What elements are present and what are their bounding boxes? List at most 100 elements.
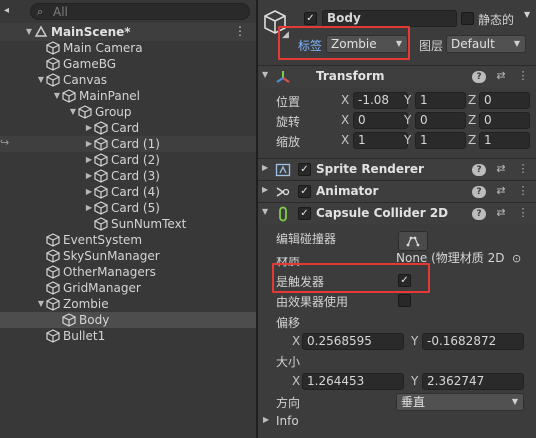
help-icon[interactable]: ? [472,162,486,176]
hierarchy-item[interactable]: SunNumText [0,216,256,232]
fold-arrow-icon[interactable]: ▼ [262,207,268,216]
layer-dropdown[interactable]: Default ▼ [446,35,526,53]
back-arrow-icon[interactable]: ◂ [4,5,9,16]
offset-y-label[interactable]: Y [411,334,418,348]
fold-arrow-icon[interactable]: ▶ [84,184,94,200]
help-icon[interactable]: ? [472,184,486,198]
kebab-menu-icon[interactable]: ⋮ [516,162,530,176]
scale-y-field[interactable]: 1 [415,132,466,149]
size-y-label[interactable]: Y [411,374,418,388]
direction-dropdown[interactable]: 垂直 ▼ [396,393,524,411]
animator-enabled-checkbox[interactable] [298,185,311,198]
position-y-label[interactable]: Y [404,93,411,107]
is-trigger-checkbox[interactable] [398,274,411,287]
kebab-menu-icon[interactable]: ⋮ [516,184,530,198]
kebab-menu-icon[interactable]: ⋮ [516,206,530,220]
rotation-z-label[interactable]: Z [468,113,476,127]
sprite-renderer-enabled-checkbox[interactable] [298,163,311,176]
offset-x-field[interactable]: 0.2568595 [302,333,404,350]
hierarchy-item[interactable]: ▶ Card (4) [0,184,256,200]
hierarchy-item[interactable]: GameBG [0,56,256,72]
capsule-collider-header[interactable]: ▼ Capsule Collider 2D ? ⇄ ⋮ [258,202,536,224]
fold-arrow-icon[interactable]: ▶ [84,152,94,168]
scene-row[interactable]: ▼ MainScene* ⋮ [0,23,256,41]
fold-arrow-icon[interactable]: ▼ [36,72,46,88]
hierarchy-item[interactable]: SkySunManager [0,248,256,264]
used-by-effector-checkbox[interactable] [398,294,411,307]
position-y-field[interactable]: 1 [415,92,466,109]
preset-icon[interactable]: ⇄ [494,162,508,176]
hierarchy-item[interactable]: Bullet1 [0,328,256,344]
tag-dropdown[interactable]: Zombie ▼ [326,35,408,53]
fold-arrow-icon[interactable]: ▼ [52,88,62,104]
tag-settings-caret-icon[interactable]: ◢ [282,30,289,40]
scale-x-field[interactable]: 1 [353,132,408,149]
hierarchy-search-box[interactable]: ⌕ [30,3,250,20]
scale-y-label[interactable]: Y [404,133,411,147]
position-z-field[interactable]: 0 [479,92,530,109]
fold-arrow-icon[interactable]: ▶ [84,120,94,136]
preset-icon[interactable]: ⇄ [494,206,508,220]
hierarchy-item[interactable]: ▼ Group [0,104,256,120]
fold-arrow-icon[interactable]: ▼ [68,104,78,120]
rotation-x-field[interactable]: 0 [353,112,408,129]
scale-z-field[interactable]: 1 [479,132,530,149]
capsule-collider-enabled-checkbox[interactable] [298,207,311,220]
rotation-y-label[interactable]: Y [404,113,411,127]
fold-arrow-icon[interactable]: ▼ [262,70,268,79]
hierarchy-item[interactable]: EventSystem [0,232,256,248]
help-icon[interactable]: ? [472,206,486,220]
active-checkbox[interactable] [304,12,317,25]
hierarchy-item[interactable]: ▼ MainPanel [0,88,256,104]
fold-arrow-icon[interactable]: ▼ [36,296,46,312]
static-dropdown-caret-icon[interactable]: ▼ [524,10,530,19]
size-y-field[interactable]: 2.362747 [422,373,524,390]
edit-collider-button[interactable] [398,231,428,251]
static-checkbox[interactable] [461,12,474,25]
hierarchy-search-input[interactable] [53,4,233,19]
hierarchy-item[interactable]: ▶ Card (3) [0,168,256,184]
rotation-z-field[interactable]: 0 [479,112,530,129]
rotation-y-field[interactable]: 0 [415,112,466,129]
hierarchy-item[interactable]: ▶ Card (5) [0,200,256,216]
animator-header[interactable]: ▶ Animator ? ⇄ ⋮ [258,180,536,202]
fold-arrow-icon[interactable]: ▼ [24,24,34,40]
help-icon[interactable]: ? [472,69,486,83]
info-fold-arrow-icon[interactable]: ▶ [263,415,269,424]
material-field[interactable]: None (物理材质 2D [396,251,527,268]
position-x-field[interactable]: -1.08 [353,92,408,109]
fold-arrow-icon[interactable]: ▶ [84,168,94,184]
position-x-label[interactable]: X [341,93,349,107]
fold-arrow-icon[interactable]: ▶ [84,200,94,216]
hierarchy-item[interactable]: ▶ Card (1) [0,136,256,152]
offset-y-field[interactable]: -0.1682872 [422,333,524,350]
hierarchy-item[interactable]: ▼ Zombie [0,296,256,312]
position-z-label[interactable]: Z [468,93,476,107]
kebab-menu-icon[interactable]: ⋮ [516,69,530,83]
hierarchy-item[interactable]: Body [0,312,256,328]
hierarchy-item[interactable]: GridManager [0,280,256,296]
fold-arrow-icon[interactable]: ▶ [84,136,94,152]
info-label[interactable]: Info [276,414,299,428]
preset-icon[interactable]: ⇄ [494,184,508,198]
size-x-field[interactable]: 1.264453 [302,373,404,390]
scale-z-label[interactable]: Z [468,133,476,147]
kebab-menu-icon[interactable]: ⋮ [234,24,246,38]
object-picker-icon[interactable]: ⊙ [512,252,521,265]
hierarchy-item[interactable]: OtherManagers [0,264,256,280]
hierarchy-item[interactable]: ▼ Canvas [0,72,256,88]
hierarchy-item[interactable]: Main Camera [0,40,256,56]
sprite-renderer-header[interactable]: ▶ Sprite Renderer ? ⇄ ⋮ [258,158,536,180]
hierarchy-item[interactable]: ▶ Card [0,120,256,136]
fold-arrow-icon[interactable]: ▶ [262,185,268,194]
transform-header[interactable]: ▼ Transform ? ⇄ ⋮ [258,65,536,87]
hierarchy-item-label: Main Camera [63,41,143,55]
object-name-field[interactable]: Body [322,10,457,27]
hierarchy-item[interactable]: ▶ Card (2) [0,152,256,168]
offset-x-label[interactable]: X [292,334,300,348]
rotation-x-label[interactable]: X [341,113,349,127]
fold-arrow-icon[interactable]: ▶ [262,163,268,172]
preset-icon[interactable]: ⇄ [494,69,508,83]
scale-x-label[interactable]: X [341,133,349,147]
size-x-label[interactable]: X [292,374,300,388]
